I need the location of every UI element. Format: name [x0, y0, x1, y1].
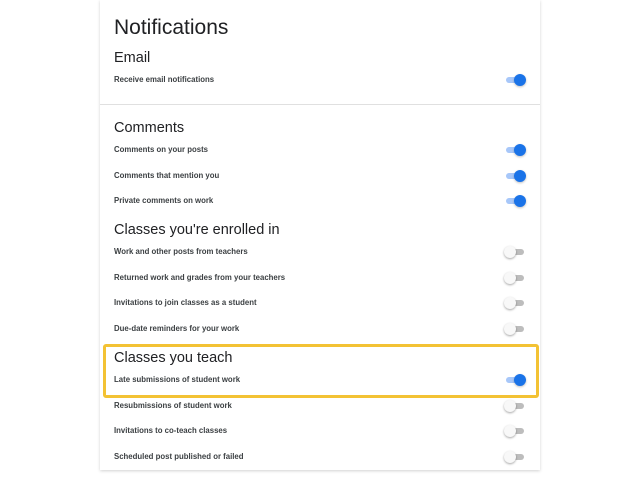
toggle-knob — [504, 425, 516, 437]
toggle-comments-on-posts[interactable] — [504, 143, 526, 157]
section-title-email: Email — [114, 50, 151, 66]
highlight-box — [103, 344, 539, 398]
row-label-scheduled-post: Scheduled post published or failed — [114, 452, 244, 461]
section-divider — [100, 104, 540, 105]
row-label-comments-on-posts: Comments on your posts — [114, 145, 209, 154]
toggle-invitations-coteach[interactable] — [504, 424, 526, 438]
row-label-resubmissions: Resubmissions of student work — [114, 401, 232, 410]
toggle-comments-mention[interactable] — [504, 169, 526, 183]
section-title-enrolled: Classes you're enrolled in — [114, 222, 280, 238]
toggle-knob — [504, 272, 516, 284]
toggle-resubmissions[interactable] — [504, 399, 526, 413]
row-label-returned-work: Returned work and grades from your teach… — [114, 273, 286, 282]
toggle-returned-work[interactable] — [504, 271, 526, 285]
toggle-knob — [514, 144, 526, 156]
toggle-knob — [504, 297, 516, 309]
row-label-receive-email: Receive email notifications — [114, 75, 215, 84]
toggle-knob — [514, 195, 526, 207]
toggle-knob — [504, 246, 516, 258]
row-label-invitations-coteach: Invitations to co-teach classes — [114, 426, 228, 435]
notifications-panel: Notifications Email Receive email notifi… — [100, 0, 540, 470]
toggle-work-posts-teachers[interactable] — [504, 245, 526, 259]
row-label-due-date-reminders: Due-date reminders for your work — [114, 324, 240, 333]
toggle-knob — [504, 451, 516, 463]
toggle-scheduled-post[interactable] — [504, 450, 526, 464]
row-label-comments-mention: Comments that mention you — [114, 171, 220, 180]
toggle-knob — [514, 74, 526, 86]
toggle-knob — [504, 323, 516, 335]
row-label-invitations-student: Invitations to join classes as a student — [114, 298, 257, 307]
toggle-knob — [504, 400, 516, 412]
toggle-due-date-reminders[interactable] — [504, 322, 526, 336]
row-label-private-comments: Private comments on work — [114, 196, 214, 205]
toggle-private-comments[interactable] — [504, 194, 526, 208]
toggle-invitations-student[interactable] — [504, 296, 526, 310]
page-title: Notifications — [114, 16, 229, 39]
toggle-receive-email[interactable] — [504, 73, 526, 87]
section-title-comments: Comments — [114, 120, 185, 136]
row-label-work-posts-teachers: Work and other posts from teachers — [114, 247, 248, 256]
toggle-knob — [514, 170, 526, 182]
